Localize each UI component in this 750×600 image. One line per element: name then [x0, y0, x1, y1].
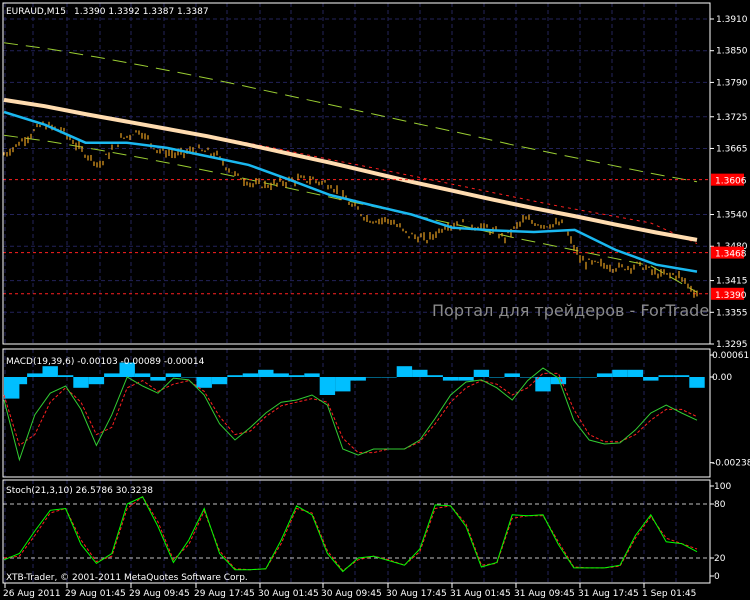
- macd-histogram-bar: [396, 366, 413, 377]
- upper-envelope-line: [3, 42, 698, 183]
- time-tick-label: 30 Aug 17:45: [386, 589, 447, 599]
- time-tick-label: 30 Aug 09:45: [321, 589, 382, 599]
- price-tag-label: 1.3468: [715, 250, 747, 260]
- macd-histogram-bar: [381, 377, 397, 378]
- stochastic-main-line: [3, 496, 698, 573]
- macd-tick-label: -0.00238: [712, 459, 750, 469]
- macd-histogram-bar: [643, 377, 659, 381]
- stochastic-axis: 100 80 20 0: [710, 482, 731, 582]
- macd-histogram-bar: [504, 373, 520, 377]
- macd-histogram-bar: [319, 377, 336, 395]
- macd-histogram-bar: [134, 373, 151, 377]
- macd-histogram-bar: [242, 373, 259, 377]
- macd-histogram-bar: [273, 373, 289, 377]
- lower-envelope-line: [3, 134, 698, 293]
- macd-histogram-bar: [196, 377, 212, 388]
- macd-histogram-bar: [304, 373, 320, 377]
- price-tick-label: 1.3790: [716, 78, 748, 88]
- copyright-label: XTB-Trader, © 2001-2011 MetaQuotes Softw…: [6, 573, 248, 583]
- macd-histogram-bar: [88, 377, 105, 385]
- macd-histogram-bar: [689, 377, 705, 388]
- stochastic-tick-label: 100: [714, 482, 731, 492]
- stochastic-signal-line: [3, 496, 698, 572]
- time-tick-label: 29 Aug 01:45: [65, 589, 126, 599]
- macd-panel[interactable]: [3, 362, 705, 462]
- macd-histogram-bar: [427, 375, 443, 377]
- macd-histogram-bar: [27, 373, 43, 377]
- trading-chart[interactable]: Портал для трейдеров - ForTrader.ru EURA…: [0, 0, 750, 600]
- price-tick-label: 1.3415: [716, 277, 748, 287]
- macd-histogram-bar: [566, 377, 582, 378]
- time-tick-label: 30 Aug 01:45: [258, 589, 319, 599]
- macd-histogram-bar: [335, 377, 351, 392]
- macd-histogram-bar: [673, 375, 690, 377]
- time-tick-label: 31 Aug 01:45: [450, 589, 511, 599]
- stochastic-tick-label: 80: [714, 500, 726, 510]
- price-tick-label: 1.3540: [716, 211, 748, 221]
- macd-tick-label: 0.00: [712, 373, 732, 383]
- price-tick-label: 1.3295: [716, 340, 748, 350]
- macd-histogram-bar: [365, 377, 382, 378]
- time-axis[interactable]: 26 Aug 2011 29 Aug 01:45 29 Aug 09:45 29 Au…: [3, 583, 696, 599]
- time-tick-label: 1 Sep 01:45: [642, 589, 696, 599]
- macd-histogram-bar: [458, 377, 474, 381]
- time-tick-label: 29 Aug 09:45: [129, 589, 190, 599]
- macd-histogram-bar: [258, 369, 274, 377]
- red-envelope-line: [3, 100, 698, 245]
- price-tick-label: 1.3355: [716, 308, 748, 318]
- macd-histogram-bar: [612, 369, 628, 377]
- ohlc-readout: 1.3390 1.3392 1.3387 1.3387: [74, 7, 209, 17]
- price-tag-label: 1.3390: [715, 291, 747, 301]
- macd-panel-border: [2, 348, 711, 478]
- price-tick-label: 1.3850: [716, 47, 748, 57]
- stochastic-tick-label: 20: [714, 554, 726, 564]
- macd-histogram-bar: [627, 369, 644, 377]
- stochastic-panel[interactable]: [3, 496, 710, 573]
- macd-label: MACD(19,39,6) -0.00103 -0.00089 -0.00014: [6, 357, 205, 367]
- price-tick-label: 1.3725: [716, 113, 748, 123]
- macd-histogram-bar: [57, 375, 74, 377]
- macd-histogram-bar: [535, 377, 551, 392]
- price-axis[interactable]: 1.3910 1.3850 1.3790 1.3725 1.3665 1.3540 1.34…: [710, 15, 748, 350]
- macd-histogram-bar: [104, 373, 120, 377]
- macd-histogram-bar: [581, 377, 597, 378]
- macd-histogram-bar: [211, 377, 228, 385]
- price-panel-border: [2, 2, 711, 345]
- fast-moving-average: [3, 110, 698, 273]
- time-tick-label: 31 Aug 09:45: [514, 589, 575, 599]
- macd-histogram-bar: [11, 377, 28, 385]
- macd-histogram-bar: [489, 377, 505, 378]
- time-tick-label: 31 Aug 17:45: [578, 589, 639, 599]
- macd-axis: 0.00061 0.00 -0.00238: [710, 351, 750, 469]
- stochastic-label: Stoch(21,3,10) 26.5786 30.3238: [6, 486, 153, 496]
- price-tick-label: 1.3665: [716, 144, 748, 154]
- macd-histogram-bar: [412, 369, 428, 377]
- macd-histogram-bar: [442, 377, 459, 381]
- price-panel[interactable]: [3, 18, 710, 345]
- price-tag-label: 1.3606: [715, 177, 747, 187]
- price-tick-label: 1.3910: [716, 15, 748, 25]
- macd-tick-label: 0.00061: [712, 351, 749, 361]
- macd-histogram-bar: [227, 375, 243, 377]
- macd-histogram-bar: [596, 373, 613, 377]
- time-tick-label: 26 Aug 2011: [3, 589, 61, 599]
- time-tick-label: 29 Aug 17:45: [194, 589, 255, 599]
- macd-histogram-bar: [350, 377, 366, 381]
- macd-histogram-bar: [150, 377, 166, 381]
- macd-histogram-bar: [658, 375, 674, 377]
- grid-lines: [4, 3, 677, 583]
- macd-histogram-bar: [73, 377, 89, 388]
- macd-histogram-bar: [288, 375, 305, 377]
- stochastic-tick-label: 0: [714, 572, 720, 582]
- watermark: Портал для трейдеров - ForTrader.ru: [432, 301, 736, 320]
- macd-histogram-bar: [473, 369, 490, 377]
- slow-moving-average: [3, 97, 698, 242]
- symbol-label: EURAUD,M15: [6, 7, 66, 17]
- macd-histogram-bar: [519, 377, 536, 378]
- macd-histogram-bar: [165, 373, 182, 377]
- macd-histogram-bar: [181, 377, 197, 378]
- macd-histogram-bar: [42, 366, 58, 377]
